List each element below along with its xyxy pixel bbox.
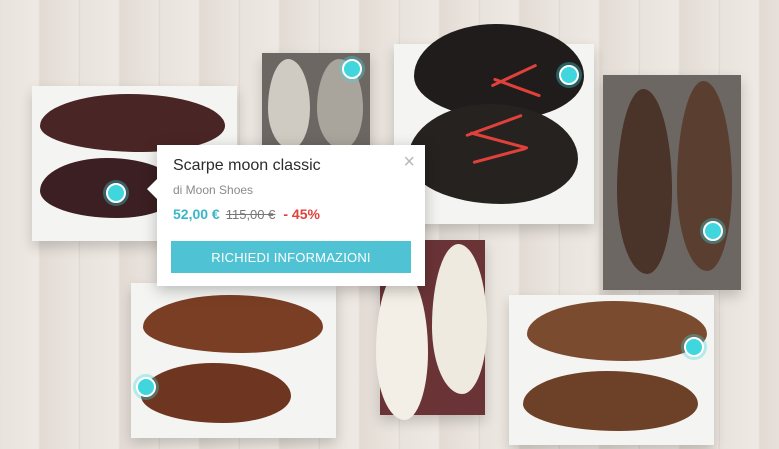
original-price: 115,00 € <box>225 207 276 222</box>
shoe-loafer-right <box>677 81 732 271</box>
shoe-brown-sneaker-bottom <box>523 371 698 431</box>
hotspot-boots[interactable] <box>559 65 579 85</box>
price-row: 52,00 € 115,00 € - 45% <box>173 206 320 222</box>
close-icon[interactable]: × <box>403 151 415 174</box>
product-photo: Scarpe moon classic di Moon Shoes 52,00 … <box>0 0 779 449</box>
discount-badge: - 45% <box>283 206 320 222</box>
shoe-white-loafer-left <box>376 270 428 420</box>
shoe-white-loafer-right <box>432 244 487 394</box>
shoe-derby-bottom <box>141 363 291 423</box>
shoe-brown-sneaker-top <box>527 301 707 361</box>
product-popup: Scarpe moon classic di Moon Shoes 52,00 … <box>147 145 425 286</box>
shoe-sneaker-left <box>268 59 310 149</box>
hotspot-loafers[interactable] <box>703 221 723 241</box>
product-brand: di Moon Shoes <box>173 183 254 197</box>
shoe-loafer-left <box>617 89 672 274</box>
hotspot-sneakers[interactable] <box>342 59 362 79</box>
hotspot-derby[interactable] <box>136 377 156 397</box>
shoe-box-derby <box>131 283 336 438</box>
popup-arrow <box>147 179 157 199</box>
shoe-derby-top <box>143 295 323 353</box>
request-info-button[interactable]: RICHIEDI INFORMAZIONI <box>171 241 411 273</box>
shoe-box-brown-sneakers <box>509 295 714 445</box>
shoe-boot-bottom <box>408 104 578 204</box>
product-title: Scarpe moon classic <box>173 157 321 174</box>
shoe-brogue-top <box>40 94 225 152</box>
hotspot-brown-sneakers[interactable] <box>684 337 704 357</box>
hotspot-brogues[interactable] <box>106 183 126 203</box>
sale-price: 52,00 € <box>173 206 220 222</box>
shoe-box-loafers <box>603 75 741 290</box>
